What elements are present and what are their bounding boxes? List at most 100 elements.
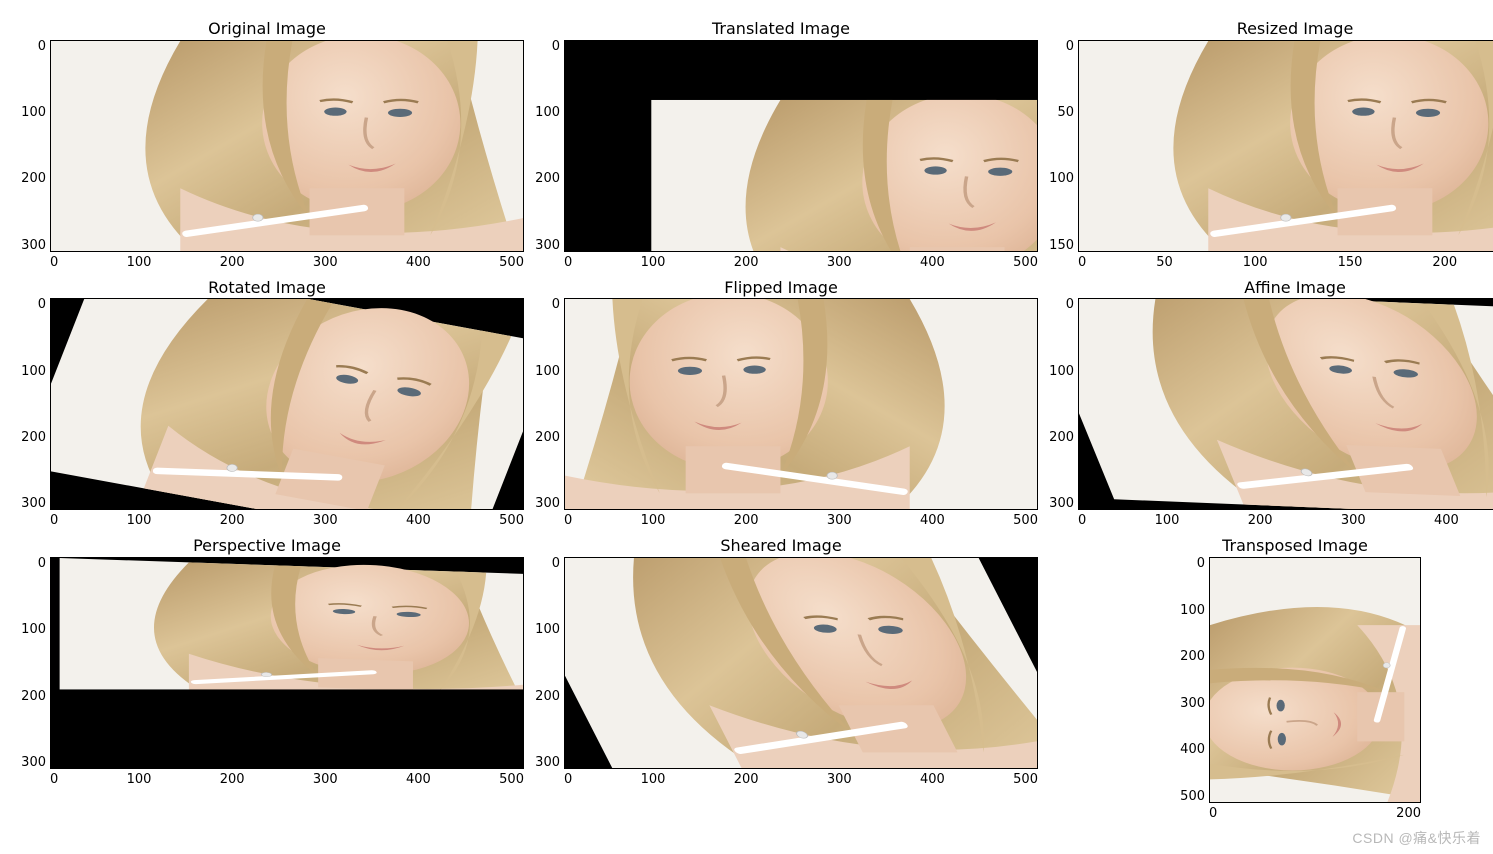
x-tick-label: 200 — [220, 514, 245, 527]
x-tick-label: 200 — [734, 773, 759, 786]
x-axis: 0100200300400500 — [50, 252, 524, 269]
x-tick-label: 0 — [50, 256, 58, 269]
x-tick-label: 200 — [220, 256, 245, 269]
axes-area: 0100200300 0100200300400500 — [10, 40, 524, 269]
image-axes — [1078, 298, 1493, 510]
x-tick-label: 0 — [564, 514, 572, 527]
x-tick-label: 0 — [564, 256, 572, 269]
x-axis: 0100200300400500 — [564, 252, 1038, 269]
axes-area: 0100200300 0100200300400500 — [524, 40, 1038, 269]
axes-area: 0100200300 0100200300400500 — [1038, 298, 1493, 527]
subplot-title: Original Image — [208, 20, 326, 38]
x-axis: 0100200300400500 — [564, 769, 1038, 786]
x-tick-label: 100 — [641, 773, 666, 786]
y-tick-label: 500 — [1180, 790, 1205, 803]
y-tick-label: 200 — [1049, 431, 1074, 444]
x-axis: 0200 — [1209, 803, 1421, 820]
subplot-1: Translated Image0100200300 0100200300400… — [524, 20, 1038, 279]
axes-area: 050100150 050100150200250 — [1038, 40, 1493, 269]
y-tick-label: 0 — [1197, 557, 1205, 570]
y-tick-label: 200 — [1180, 650, 1205, 663]
x-tick-label: 200 — [734, 256, 759, 269]
x-tick-label: 100 — [127, 773, 152, 786]
y-tick-label: 300 — [1049, 497, 1074, 510]
x-tick-label: 50 — [1156, 256, 1173, 269]
x-tick-label: 400 — [1434, 514, 1459, 527]
x-tick-label: 200 — [1248, 514, 1273, 527]
subplot-4: Flipped Image0100200300 0100200300400500 — [524, 279, 1038, 538]
y-axis: 0100200300 — [10, 557, 50, 769]
subplot-title: Affine Image — [1244, 279, 1346, 297]
y-axis: 050100150 — [1038, 40, 1078, 252]
x-axis: 050100150200250 — [1078, 252, 1493, 269]
x-tick-label: 500 — [499, 514, 524, 527]
x-tick-label: 300 — [313, 514, 338, 527]
image-axes — [1209, 557, 1421, 803]
y-tick-label: 100 — [1049, 172, 1074, 185]
x-tick-label: 0 — [50, 773, 58, 786]
x-tick-label: 100 — [1243, 256, 1268, 269]
y-tick-label: 100 — [535, 106, 560, 119]
x-axis: 0100200300400500 — [50, 769, 524, 786]
axes-area: 0100200300 0100200300400500 — [10, 298, 524, 527]
y-axis: 0100200300400500 — [1169, 557, 1209, 803]
x-tick-label: 200 — [1396, 807, 1421, 820]
y-tick-label: 0 — [552, 40, 560, 53]
watermark-text: CSDN @痛&快乐着 — [1352, 828, 1481, 848]
subplot-7: Sheared Image0100200300 0100200300400500 — [524, 537, 1038, 820]
x-tick-label: 400 — [920, 773, 945, 786]
y-tick-label: 0 — [38, 40, 46, 53]
x-tick-label: 400 — [920, 514, 945, 527]
y-tick-label: 150 — [1049, 239, 1074, 252]
y-tick-label: 100 — [21, 623, 46, 636]
y-tick-label: 100 — [535, 623, 560, 636]
axes-area: 0100200300 0100200300400500 — [524, 298, 1038, 527]
subplot-title: Resized Image — [1237, 20, 1354, 38]
subplot-grid: Original Image 0 100 200 300 0 100 200 300 400 50… — [0, 0, 1493, 830]
x-tick-label: 200 — [734, 514, 759, 527]
y-tick-label: 0 — [552, 557, 560, 570]
image-axes — [564, 557, 1038, 769]
x-tick-label: 0 — [1078, 256, 1086, 269]
axes-area: 0100200300 0100200300400500 — [10, 557, 524, 786]
y-tick-label: 100 — [535, 365, 560, 378]
y-tick-label: 100 — [1180, 604, 1205, 617]
x-tick-label: 300 — [827, 773, 852, 786]
y-tick-label: 0 — [38, 557, 46, 570]
subplot-title: Transposed Image — [1222, 537, 1368, 555]
y-tick-label: 200 — [535, 172, 560, 185]
y-tick-label: 300 — [21, 239, 46, 252]
x-tick-label: 0 — [50, 514, 58, 527]
x-tick-label: 100 — [127, 256, 152, 269]
image-axes — [50, 40, 524, 252]
x-axis: 0100200300400500 — [564, 510, 1038, 527]
y-tick-label: 300 — [1180, 697, 1205, 710]
x-tick-label: 100 — [1155, 514, 1180, 527]
y-axis: 0100200300 — [524, 40, 564, 252]
x-axis: 0100200300400500 — [50, 510, 524, 527]
x-tick-label: 400 — [406, 514, 431, 527]
subplot-title: Rotated Image — [208, 279, 326, 297]
subplot-3: Rotated Image0100200300 0100200300400500 — [10, 279, 524, 538]
subplot-title: Flipped Image — [724, 279, 838, 297]
subplot-6: Perspective Image0100200300 010020030040… — [10, 537, 524, 820]
x-tick-label: 400 — [406, 256, 431, 269]
x-tick-label: 300 — [313, 773, 338, 786]
x-tick-label: 500 — [1013, 514, 1038, 527]
y-tick-label: 100 — [21, 106, 46, 119]
subplot-5: Affine Image0100200300 0100200300400500 — [1038, 279, 1493, 538]
subplot-title: Sheared Image — [720, 537, 841, 555]
y-tick-label: 300 — [21, 497, 46, 510]
x-tick-label: 100 — [641, 256, 666, 269]
y-tick-label: 200 — [535, 431, 560, 444]
x-tick-label: 500 — [1013, 773, 1038, 786]
x-tick-label: 200 — [220, 773, 245, 786]
y-tick-label: 300 — [535, 497, 560, 510]
x-tick-label: 150 — [1338, 256, 1363, 269]
image-axes — [50, 557, 524, 769]
image-axes — [50, 298, 524, 510]
x-tick-label: 100 — [641, 514, 666, 527]
y-tick-label: 200 — [21, 172, 46, 185]
axes-area: 0100200300400500 0200 — [1169, 557, 1421, 820]
subplot-title: Translated Image — [712, 20, 850, 38]
